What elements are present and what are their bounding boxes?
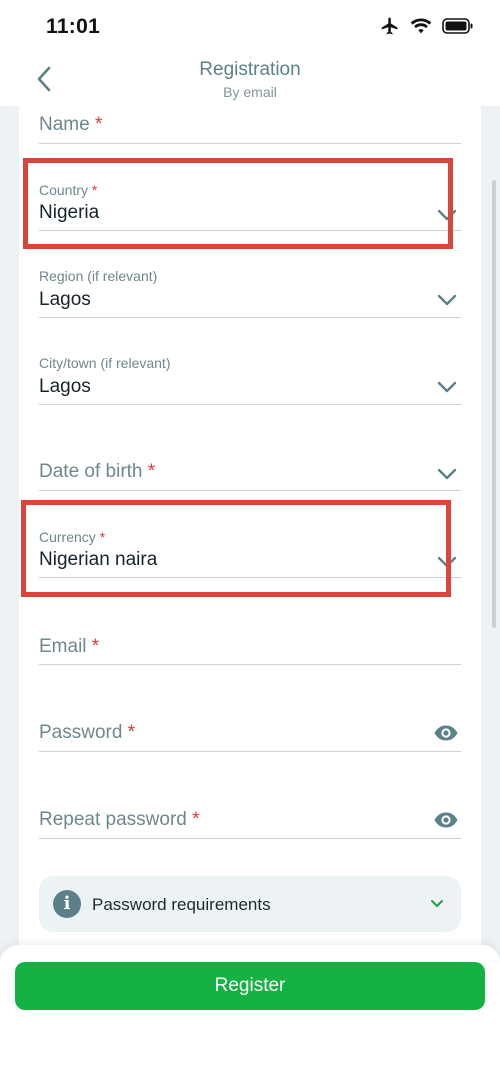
required-mark: *: [91, 636, 100, 657]
chevron-down-icon: [437, 381, 457, 393]
repeat-password-field[interactable]: Repeat password *: [39, 800, 461, 839]
required-mark: *: [147, 461, 156, 482]
required-mark: *: [192, 809, 200, 830]
info-icon: i: [53, 890, 81, 918]
highlight-box-country: [23, 158, 453, 249]
city-label: City/town (if relevant): [39, 355, 171, 371]
dob-placeholder-text: Date of birth: [39, 461, 143, 482]
password-requirements-toggle[interactable]: i Password requirements: [39, 876, 461, 932]
city-value: Lagos: [39, 376, 91, 397]
chevron-down-icon: [431, 900, 443, 907]
repeat-password-placeholder: Repeat password *: [39, 809, 200, 831]
wifi-icon: [410, 18, 432, 34]
email-placeholder: Email *: [39, 636, 99, 658]
password-placeholder-text: Password: [39, 722, 123, 743]
email-field[interactable]: Email *: [39, 626, 461, 665]
status-icons: [380, 16, 474, 36]
name-placeholder-text: Name: [39, 114, 90, 135]
region-select[interactable]: Region (if relevant) Lagos: [39, 257, 461, 318]
required-mark: *: [127, 722, 136, 743]
eye-icon[interactable]: [433, 724, 459, 742]
name-placeholder: Name *: [39, 114, 102, 136]
chevron-down-icon: [437, 294, 457, 306]
info-icon-glyph: i: [63, 893, 71, 914]
password-requirements-label: Password requirements: [92, 895, 271, 914]
required-mark: *: [94, 114, 103, 135]
name-field[interactable]: Name *: [39, 106, 461, 144]
password-field[interactable]: Password *: [39, 713, 461, 752]
password-placeholder: Password *: [39, 722, 135, 744]
chevron-down-icon: [437, 468, 457, 480]
register-button[interactable]: Register: [15, 962, 485, 1010]
city-select[interactable]: City/town (if relevant) Lagos: [39, 344, 461, 405]
dob-placeholder: Date of birth *: [39, 461, 155, 483]
status-bar: 11:01: [0, 0, 500, 52]
email-placeholder-text: Email: [39, 636, 87, 657]
eye-icon[interactable]: [433, 811, 459, 829]
page-subtitle: By email: [223, 84, 277, 100]
date-of-birth-select[interactable]: Date of birth *: [39, 452, 461, 491]
status-time: 11:01: [46, 15, 101, 38]
repeat-password-placeholder-text: Repeat password: [39, 809, 187, 830]
nav-bar: Registration By email: [0, 52, 500, 106]
scrollbar[interactable]: [492, 180, 496, 628]
region-value: Lagos: [39, 289, 91, 310]
page-title: Registration: [199, 59, 301, 80]
airplane-icon: [381, 17, 398, 35]
battery-icon: [442, 18, 473, 34]
highlight-box-currency: [21, 500, 451, 597]
region-label: Region (if relevant): [39, 268, 158, 284]
